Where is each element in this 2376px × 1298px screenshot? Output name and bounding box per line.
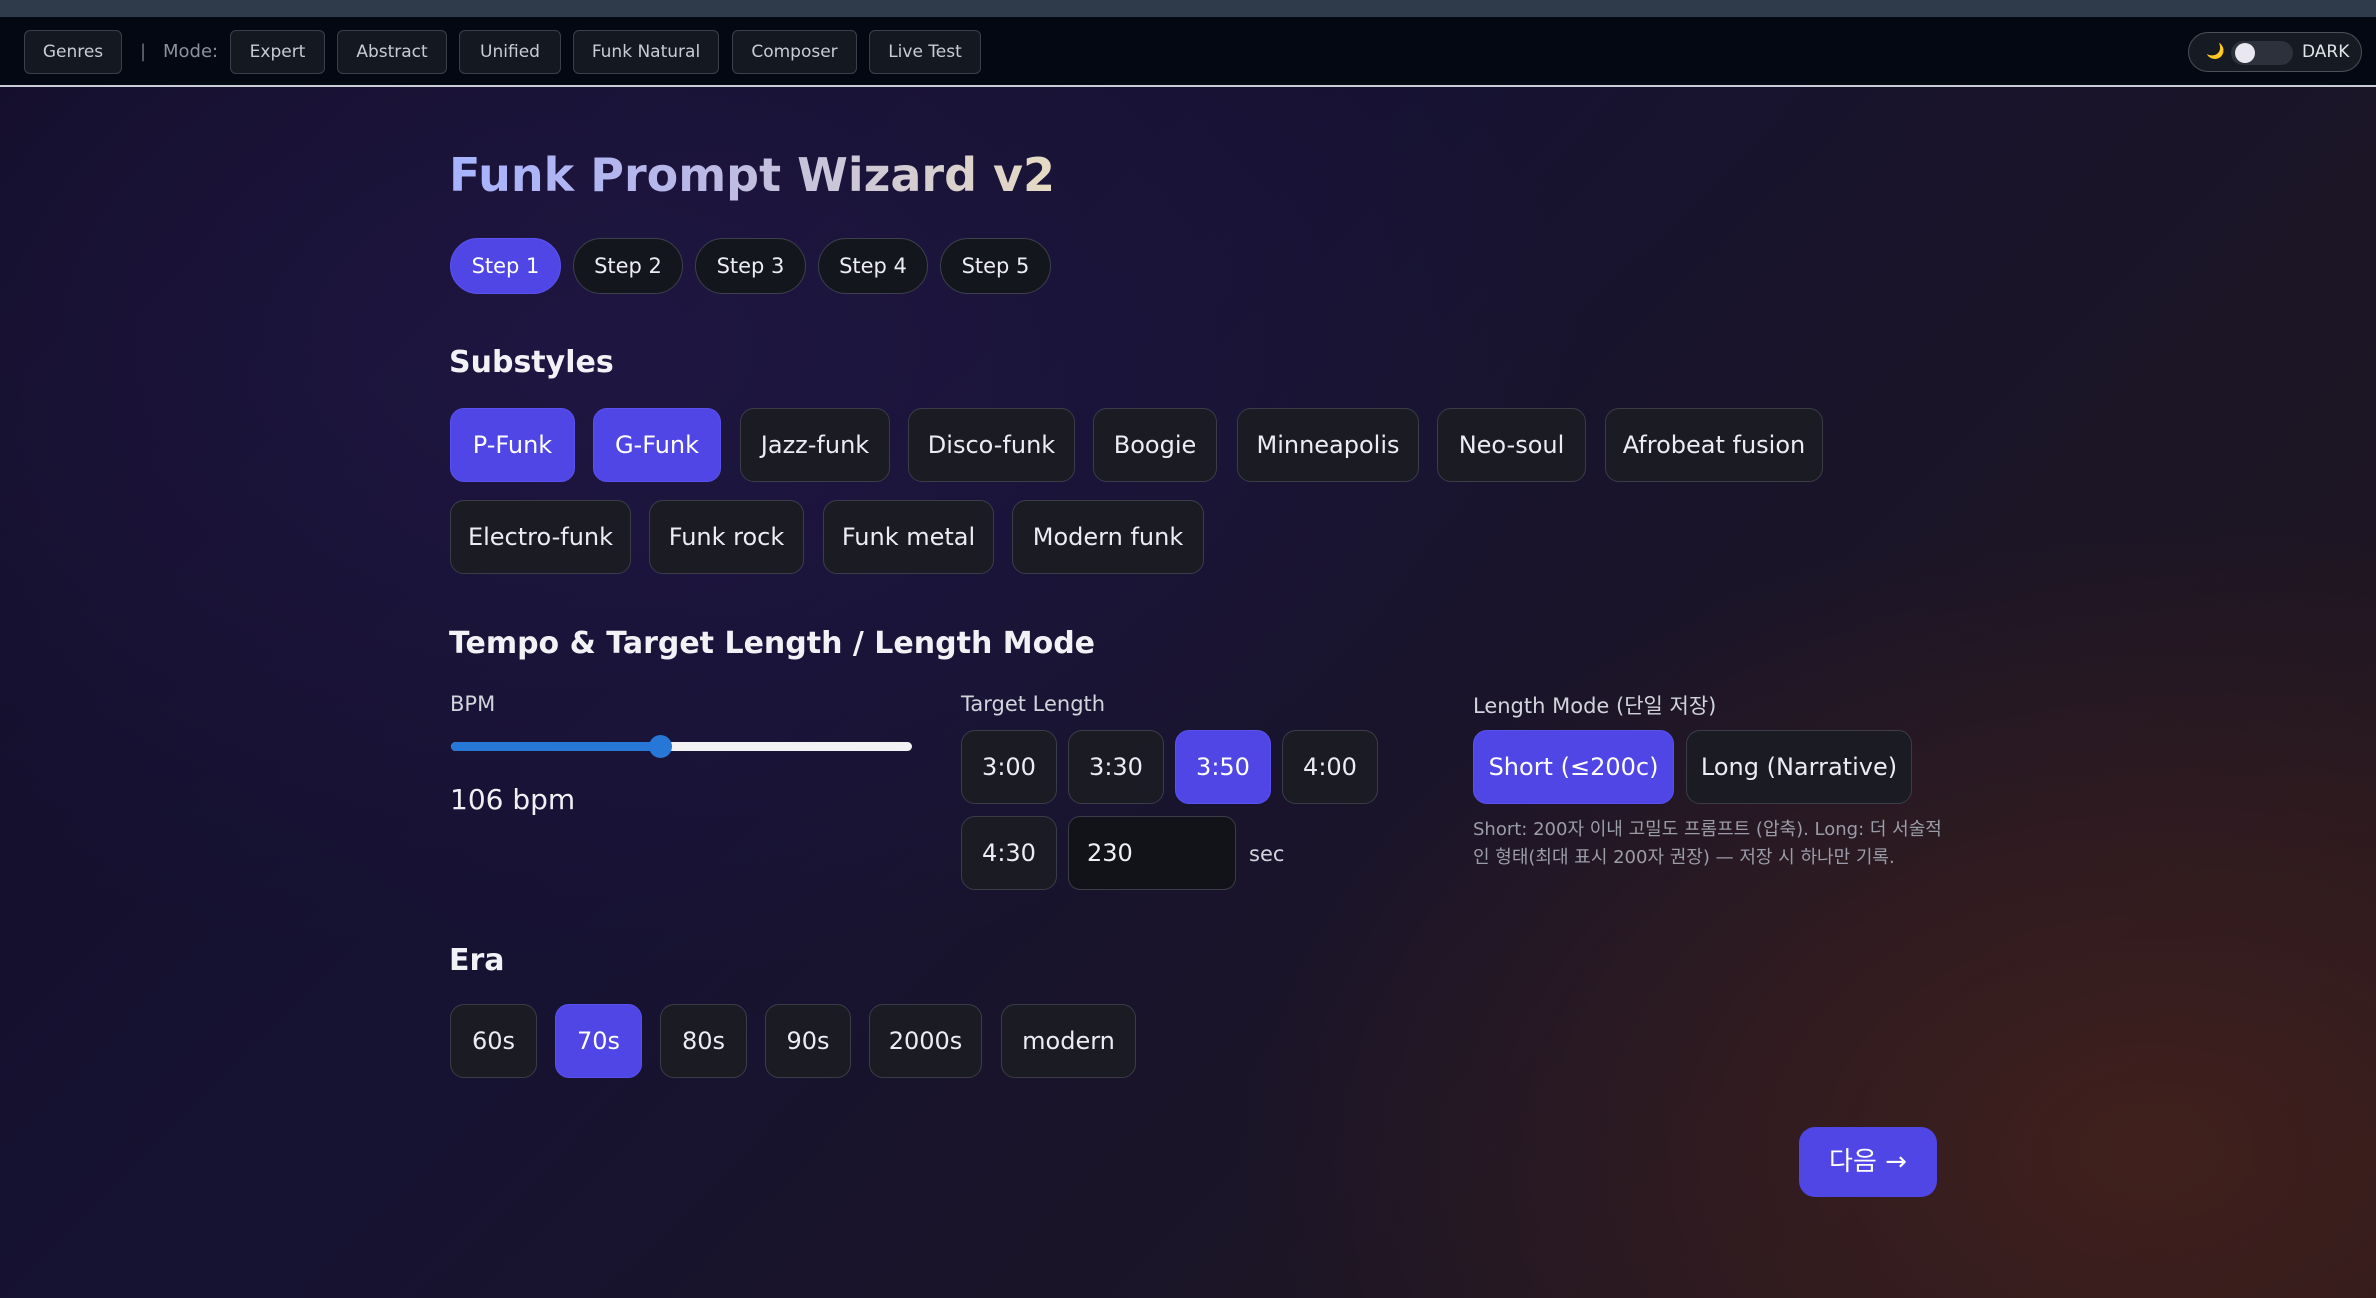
substyle-chip-neo-soul[interactable]: Neo-soul bbox=[1437, 408, 1586, 482]
nav-mode-label: Mode: bbox=[163, 41, 219, 62]
substyle-chip-electro-funk[interactable]: Electro-funk bbox=[450, 500, 631, 574]
top-navbar: Genres | Mode: Expert Abstract Unified F… bbox=[0, 17, 2376, 87]
substyles-heading: Substyles bbox=[449, 345, 614, 380]
target-length-4-30[interactable]: 4:30 bbox=[961, 816, 1057, 890]
nav-mode-live-test[interactable]: Live Test bbox=[869, 30, 981, 74]
substyle-chip-funk-rock[interactable]: Funk rock bbox=[649, 500, 804, 574]
page-title: Funk Prompt Wizard v2 bbox=[449, 148, 1056, 202]
era-chip-2000s[interactable]: 2000s bbox=[869, 1004, 982, 1078]
substyle-chip-jazz-funk[interactable]: Jazz-funk bbox=[740, 408, 890, 482]
nav-mode-abstract[interactable]: Abstract bbox=[337, 30, 447, 74]
moon-icon: 🌙 bbox=[2206, 42, 2225, 60]
nav-separator: | bbox=[140, 41, 147, 62]
substyle-chip-afrobeat-fusion[interactable]: Afrobeat fusion bbox=[1605, 408, 1823, 482]
era-chip-80s[interactable]: 80s bbox=[660, 1004, 747, 1078]
bpm-slider-thumb[interactable] bbox=[649, 735, 672, 758]
nav-mode-funk-natural[interactable]: Funk Natural bbox=[573, 30, 719, 74]
substyle-chip-disco-funk[interactable]: Disco-funk bbox=[908, 408, 1075, 482]
nav-mode-unified[interactable]: Unified bbox=[459, 30, 561, 74]
seconds-unit-label: sec bbox=[1249, 842, 1285, 866]
era-chip-90s[interactable]: 90s bbox=[765, 1004, 851, 1078]
theme-toggle-group: 🌙 DARK bbox=[2188, 32, 2362, 72]
theme-toggle[interactable] bbox=[2231, 41, 2293, 65]
length-mode-label: Length Mode (단일 저장) bbox=[1473, 694, 1717, 718]
step-5-tab[interactable]: Step 5 bbox=[940, 238, 1051, 294]
step-1-tab[interactable]: Step 1 bbox=[450, 238, 561, 294]
target-length-4-00[interactable]: 4:00 bbox=[1282, 730, 1378, 804]
target-length-3-30[interactable]: 3:30 bbox=[1068, 730, 1164, 804]
bpm-slider[interactable] bbox=[451, 742, 912, 751]
era-chip-modern[interactable]: modern bbox=[1001, 1004, 1136, 1078]
substyle-chip-boogie[interactable]: Boogie bbox=[1093, 408, 1217, 482]
step-2-tab[interactable]: Step 2 bbox=[573, 238, 683, 294]
bpm-label: BPM bbox=[450, 692, 496, 716]
length-mode-long[interactable]: Long (Narrative) bbox=[1686, 730, 1912, 804]
substyle-chip-g-funk[interactable]: G-Funk bbox=[593, 408, 721, 482]
era-chip-60s[interactable]: 60s bbox=[450, 1004, 537, 1078]
bpm-slider-fill bbox=[451, 742, 659, 751]
substyle-chip-funk-metal[interactable]: Funk metal bbox=[823, 500, 994, 574]
step-3-tab[interactable]: Step 3 bbox=[695, 238, 806, 294]
nav-mode-composer[interactable]: Composer bbox=[732, 30, 857, 74]
era-heading: Era bbox=[449, 943, 505, 978]
substyle-chip-p-funk[interactable]: P-Funk bbox=[450, 408, 575, 482]
target-length-label: Target Length bbox=[961, 692, 1106, 716]
window-top-strip bbox=[0, 0, 2376, 17]
theme-toggle-knob bbox=[2235, 43, 2255, 63]
seconds-input[interactable]: 230 bbox=[1068, 816, 1236, 890]
bpm-value: 106 bpm bbox=[450, 783, 576, 816]
theme-label: DARK bbox=[2302, 42, 2350, 62]
target-length-3-00[interactable]: 3:00 bbox=[961, 730, 1057, 804]
nav-mode-expert[interactable]: Expert bbox=[230, 30, 325, 74]
nav-genres-button[interactable]: Genres bbox=[24, 30, 122, 74]
target-length-3-50[interactable]: 3:50 bbox=[1175, 730, 1271, 804]
step-4-tab[interactable]: Step 4 bbox=[818, 238, 928, 294]
next-button[interactable]: 다음 → bbox=[1799, 1127, 1937, 1197]
era-chip-70s[interactable]: 70s bbox=[555, 1004, 642, 1078]
length-mode-hint: Short: 200자 이내 고밀도 프롬프트 (압축). Long: 더 서술… bbox=[1473, 819, 1942, 868]
substyle-chip-modern-funk[interactable]: Modern funk bbox=[1012, 500, 1204, 574]
length-mode-short[interactable]: Short (≤200c) bbox=[1473, 730, 1674, 804]
tempo-heading: Tempo & Target Length / Length Mode bbox=[449, 626, 1096, 661]
substyle-chip-minneapolis[interactable]: Minneapolis bbox=[1237, 408, 1419, 482]
